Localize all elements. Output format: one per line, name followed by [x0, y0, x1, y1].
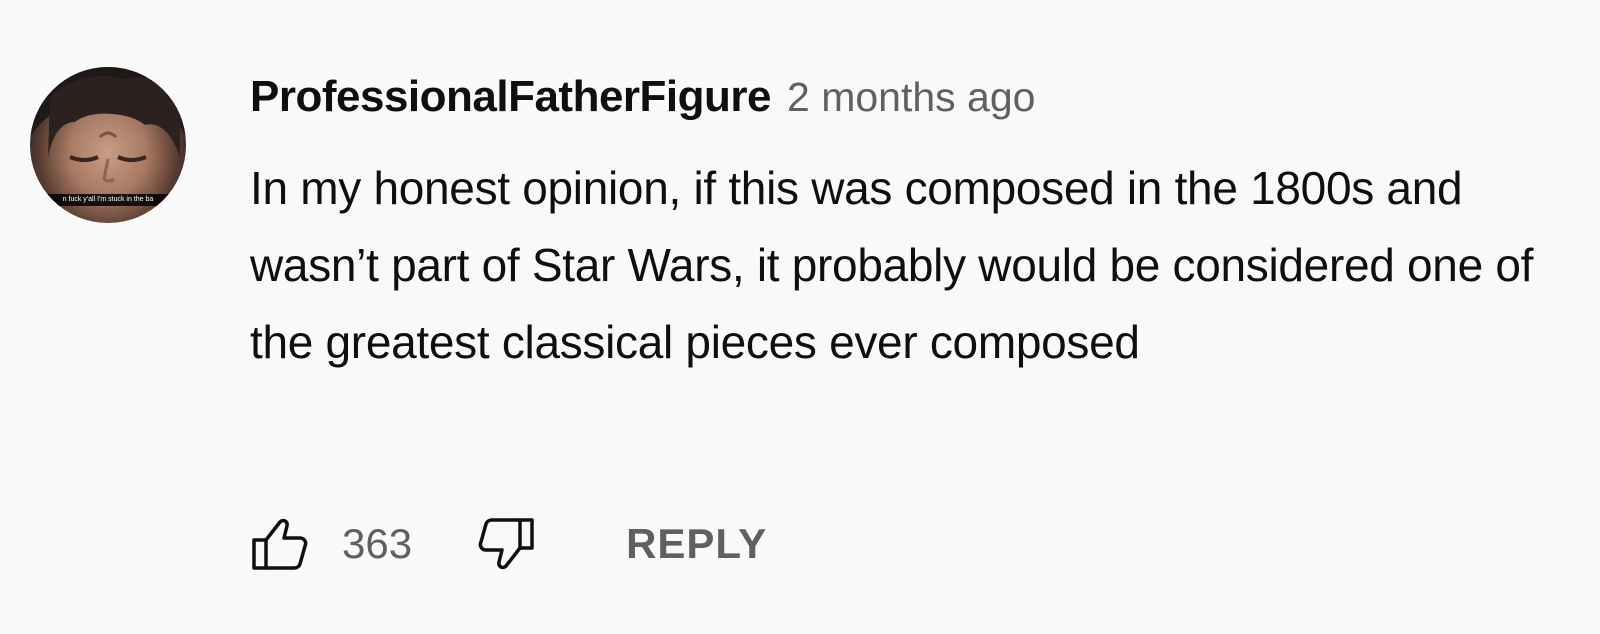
author-name[interactable]: ProfessionalFatherFigure	[250, 72, 772, 122]
thumbs-up-icon	[252, 518, 308, 570]
like-count: 363	[342, 520, 413, 567]
comment-header: ProfessionalFatherFigure 2 months ago	[250, 72, 1035, 132]
comment-timestamp[interactable]: 2 months ago	[787, 74, 1035, 121]
thumbs-down-icon	[478, 518, 534, 570]
avatar[interactable]: n fuck y'all I'm stuck in the ba	[30, 67, 186, 223]
comment-actions: 363 REPLY	[250, 512, 767, 576]
comment-text: In my honest opinion, if this was compos…	[250, 162, 1534, 368]
avatar-caption: n fuck y'all I'm stuck in the ba	[30, 194, 186, 206]
dislike-button[interactable]	[476, 514, 536, 574]
like-button[interactable]	[250, 514, 310, 574]
comment: n fuck y'all I'm stuck in the ba Profess…	[0, 0, 1600, 634]
reply-button[interactable]: REPLY	[626, 520, 767, 568]
